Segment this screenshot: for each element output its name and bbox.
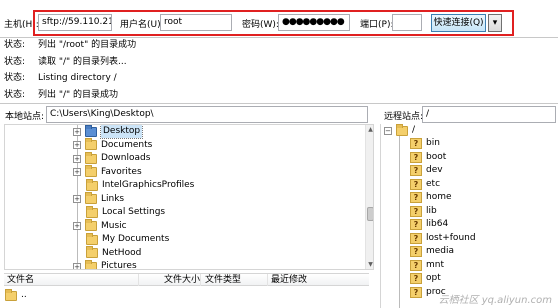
unknown-folder-icon: ? [410,165,422,176]
column-filetype[interactable]: 文件类型 [202,274,268,286]
username-input[interactable]: root [160,14,232,31]
unknown-folder-icon: ? [410,151,422,163]
tree-item-music[interactable]: + Music [73,219,127,233]
tree-item-downloads[interactable]: + Downloads [73,151,150,165]
expand-icon[interactable]: + [73,168,81,176]
divider [0,103,558,104]
remote-site-label: 远程站点: [384,112,424,122]
folder-icon [86,178,98,191]
log-line: 状态: 读取 "/" 的目录列表... [4,56,127,67]
tree-item-home[interactable]: ? home [410,191,452,204]
expand-icon[interactable]: + [73,195,81,203]
desktop-folder-icon [85,125,97,137]
file-row-parent[interactable]: .. [5,288,27,302]
expand-icon[interactable]: + [73,262,81,269]
tree-item-desktop[interactable]: + Desktop [73,125,144,139]
log-line: 状态: 列出 "/" 的目录成功 [4,89,119,100]
tree-item-bin[interactable]: ? bin [410,137,440,150]
folder-icon [5,288,17,301]
log-line: 状态: 列出 "/root" 的目录成功 [4,40,137,50]
port-label: 端口(P): [360,20,394,30]
quickconnect-button[interactable]: 快速连接(Q) [431,14,486,32]
password-input[interactable]: ●●●●●●●●● [278,14,350,31]
tree-item-local-settings[interactable]: Local Settings [86,205,165,219]
tree-item-media[interactable]: ? media [410,245,454,258]
folder-icon [85,138,97,150]
tree-item-etc[interactable]: ? etc [410,178,440,191]
tree-item-documents[interactable]: + Documents [73,138,152,152]
expand-icon[interactable]: + [73,141,81,149]
password-label: 密码(W): [242,20,279,30]
file-list-header: 文件名 文件大小 文件类型 最近修改 [4,273,369,286]
unknown-folder-icon: ? [410,192,422,203]
folder-icon [85,151,97,164]
tree-item-lib64[interactable]: ? lib64 [410,218,448,231]
column-filesize[interactable]: 文件大小 [161,274,201,286]
watermark: 云栖社区 yq.aliyun.com [438,295,552,306]
folder-icon [85,219,97,231]
message-log[interactable]: 状态: 列出 "/root" 的目录成功 状态: 读取 "/" 的目录列表... 状… [0,37,558,102]
column-modified[interactable]: 最近修改 [268,274,368,286]
chevron-down-icon: ▾ [492,18,498,28]
folder-icon [86,232,98,245]
tree-item-my-documents[interactable]: My Documents [86,232,169,246]
unknown-folder-icon: ? [410,246,422,257]
expand-icon[interactable]: + [73,222,81,230]
log-line: 状态: Listing directory / [4,73,117,83]
local-tree-scrollbar[interactable]: ▲ ▼ [365,125,373,269]
local-directory-tree[interactable]: + Desktop + Documents + Downloads + Favo… [4,124,374,270]
unknown-folder-icon: ? [410,205,422,217]
folder-icon [85,259,97,269]
quickconnect-dropdown-button[interactable]: ▾ [488,14,502,32]
tree-item-dev[interactable]: ? dev [410,164,443,177]
local-site-bar: 本地站点: C:\Users\King\Desktop\ [0,106,378,123]
username-label: 用户名(U): [120,20,164,30]
folder-icon [86,246,98,258]
column-filename[interactable]: 文件名 [4,274,139,286]
unknown-folder-icon: ? [410,286,422,298]
local-site-label: 本地站点: [5,112,45,122]
tree-item-links[interactable]: + Links [73,192,124,206]
local-path-input[interactable]: C:\Users\King\Desktop\ [46,106,368,123]
tree-item-mnt[interactable]: ? mnt [410,259,444,272]
unknown-folder-icon: ? [410,259,422,271]
tree-line [399,136,400,308]
scrollbar-thumb[interactable] [367,207,373,221]
quickconnect-bar: 主机(H): sftp://59.110.215. 用户名(U): root 密… [0,8,558,36]
unknown-folder-icon: ? [410,178,422,190]
tree-item-intelgraphicsprofiles[interactable]: IntelGraphicsProfiles [86,178,194,192]
tree-item-lib[interactable]: ? lib [410,205,437,218]
tree-item-nethood[interactable]: NetHood [86,246,141,260]
unknown-folder-icon: ? [410,219,422,230]
host-input[interactable]: sftp://59.110.215. [38,14,112,31]
collapse-icon[interactable]: − [384,126,392,135]
folder-icon [86,205,98,218]
host-label: 主机(H): [4,20,39,30]
unknown-folder-icon: ? [410,232,422,244]
scroll-up-icon[interactable]: ▲ [366,125,373,134]
remote-path-input[interactable]: / [422,106,556,123]
remote-directory-tree[interactable]: − / ? bin ? boot ? dev ? etc ? home ? lib ? lib… [380,124,558,308]
unknown-folder-icon: ? [410,273,422,284]
remote-site-bar: 远程站点: / [380,106,558,123]
scroll-down-icon[interactable]: ▼ [366,260,373,269]
tree-item-lost-found[interactable]: ? lost+found [410,232,476,245]
expand-icon[interactable]: + [73,154,81,163]
tree-item-opt[interactable]: ? opt [410,272,441,285]
unknown-folder-icon: ? [410,138,422,149]
expand-icon[interactable]: + [73,127,81,136]
folder-icon [85,192,97,204]
port-input[interactable] [392,14,422,31]
folder-icon [85,165,97,177]
tree-item-pictures[interactable]: + Pictures [73,259,137,269]
tree-item-favorites[interactable]: + Favorites [73,165,142,179]
folder-icon [396,124,408,136]
tree-item-boot[interactable]: ? boot [410,151,446,164]
